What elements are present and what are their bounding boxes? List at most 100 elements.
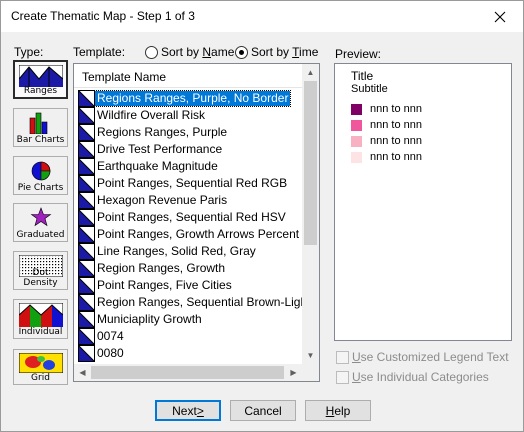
horizontal-scroll-thumb[interactable]: [91, 366, 284, 379]
template-list-item[interactable]: 0074: [74, 328, 304, 345]
type-individual-button[interactable]: Individual: [13, 299, 68, 339]
template-list-item[interactable]: Region Ranges, Sequential Brown-Light Ye…: [74, 294, 304, 311]
scroll-down-icon[interactable]: ▼: [302, 347, 319, 364]
region-ranges-template-icon: [78, 192, 95, 209]
close-icon: [494, 11, 506, 22]
template-list-item[interactable]: Point Ranges, Growth Arrows Percent: [74, 226, 304, 243]
individual-categories-label: Use Individual Categories: [352, 370, 489, 384]
template-list-item[interactable]: Point Ranges, Sequential Red HSV: [74, 209, 304, 226]
type-label-dot-density: Dot Density: [23, 268, 58, 288]
region-ranges-template-icon: [78, 311, 95, 328]
region-ranges-template-icon: [78, 209, 95, 226]
template-list-item[interactable]: 0080: [74, 345, 304, 362]
checkbox-box: [336, 370, 349, 384]
template-item-label: Regions Ranges, Purple: [97, 125, 228, 139]
checkbox-box: [336, 350, 349, 364]
template-label: Template:: [73, 45, 126, 59]
template-item-label: Region Ranges, Sequential Brown-Light Ye…: [97, 295, 304, 309]
help-button[interactable]: Help: [305, 400, 371, 421]
template-list-item[interactable]: Region Ranges, Growth: [74, 260, 304, 277]
use-customized-legend-text-checkbox[interactable]: Use Customized Legend Text: [336, 350, 509, 364]
template-list-item[interactable]: Regions Ranges, Purple: [74, 124, 304, 141]
sort-by-time-radio[interactable]: Sort by Time: [235, 45, 318, 59]
legend-label: nnn to nnn: [370, 119, 422, 131]
template-list-item[interactable]: Point Ranges, Five Cities: [74, 277, 304, 294]
region-ranges-template-icon: [78, 107, 95, 124]
horizontal-scrollbar[interactable]: ◀ ▶: [74, 364, 319, 381]
template-list-item[interactable]: Drive Test Performance: [74, 141, 304, 158]
template-item-label: Wildfire Overall Risk: [97, 108, 206, 122]
preview-title: Title: [351, 69, 374, 83]
legend-row: nnn to nnn: [351, 135, 422, 147]
legend-swatch: [351, 135, 362, 147]
next-button[interactable]: Next >: [155, 400, 221, 421]
template-item-label: 0074: [97, 329, 124, 343]
legend-label: nnn to nnn: [370, 151, 422, 163]
template-item-label: Municiaplity Growth: [97, 312, 202, 326]
type-label: Type:: [14, 45, 44, 59]
type-pie-charts-button[interactable]: Pie Charts: [13, 156, 68, 195]
dialog-title: Create Thematic Map - Step 1 of 3: [11, 9, 195, 23]
template-item-label: Point Ranges, Five Cities: [97, 278, 232, 292]
type-label-bar-charts: Bar Charts: [16, 135, 65, 145]
help-key: H: [325, 403, 335, 418]
individual-icon: [18, 303, 63, 327]
scroll-right-icon[interactable]: ▶: [285, 364, 302, 381]
template-list[interactable]: Template Name Regions Ranges, Purple, No…: [73, 63, 320, 382]
region-ranges-template-icon: [78, 328, 95, 345]
sort-by-name-radio[interactable]: Sort by Name: [145, 45, 234, 59]
type-ranges-button[interactable]: Ranges: [13, 60, 68, 99]
region-ranges-template-icon: [78, 260, 95, 277]
type-label-ranges: Ranges: [23, 86, 58, 96]
preview-subtitle: Subtitle: [351, 83, 388, 95]
region-ranges-template-icon: [78, 90, 95, 107]
template-list-item[interactable]: Wildfire Overall Risk: [74, 107, 304, 124]
vertical-scroll-thumb[interactable]: [304, 81, 317, 245]
region-ranges-template-icon: [78, 345, 95, 362]
region-ranges-template-icon: [78, 124, 95, 141]
vertical-scrollbar[interactable]: ▲ ▼: [302, 64, 319, 364]
preview-panel: Title Subtitle nnn to nnn nnn to nnn nnn…: [334, 63, 512, 341]
type-grid-button[interactable]: Grid: [13, 349, 68, 385]
graduated-star-icon: [30, 207, 51, 227]
sort-by-time-label: Sort by Time: [251, 45, 319, 59]
template-item-label: Point Ranges, Sequential Red RGB: [97, 176, 288, 190]
template-list-item[interactable]: Earthquake Magnitude: [74, 158, 304, 175]
legend-label: nnn to nnn: [370, 135, 422, 147]
type-graduated-button[interactable]: Graduated: [13, 203, 68, 242]
region-ranges-template-icon: [78, 158, 95, 175]
close-button[interactable]: [477, 1, 523, 32]
region-ranges-template-icon: [78, 141, 95, 158]
next-label: Next: [172, 403, 197, 418]
scroll-left-icon[interactable]: ◀: [74, 364, 91, 381]
region-ranges-template-icon: [78, 175, 95, 192]
template-item-label: Line Ranges, Solid Red, Gray: [97, 244, 256, 258]
type-label-graduated: Graduated: [16, 230, 65, 240]
radio-circle: [145, 45, 158, 59]
customized-legend-label: Use Customized Legend Text: [352, 350, 509, 364]
help-label: elp: [334, 403, 351, 418]
template-list-item[interactable]: Municiaplity Growth: [74, 311, 304, 328]
template-list-item[interactable]: Point Ranges, Sequential Red RGB: [74, 175, 304, 192]
title-bar: Create Thematic Map - Step 1 of 3: [1, 1, 523, 32]
preview-label: Preview:: [335, 47, 382, 61]
bar-chart-icon: [29, 112, 47, 134]
template-list-item[interactable]: Regions Ranges, Purple, No Border: [74, 90, 304, 107]
type-bar-charts-button[interactable]: Bar Charts: [13, 108, 68, 147]
region-ranges-template-icon: [78, 243, 95, 260]
scroll-up-icon[interactable]: ▲: [302, 64, 319, 81]
template-list-item[interactable]: Hexagon Revenue Paris: [74, 192, 304, 209]
grid-icon: [18, 353, 63, 373]
legend-swatch: [351, 103, 362, 115]
template-item-label: 0080: [97, 346, 124, 360]
type-dot-density-button[interactable]: Dot Density: [13, 251, 68, 290]
template-item-label: Drive Test Performance: [97, 142, 223, 156]
cancel-button[interactable]: Cancel: [230, 400, 296, 421]
template-name-header-label: Template Name: [82, 70, 167, 84]
use-individual-categories-checkbox[interactable]: Use Individual Categories: [336, 370, 489, 384]
ranges-icon: [18, 65, 63, 87]
next-key: >: [196, 403, 204, 418]
template-name-column-header[interactable]: Template Name: [74, 64, 319, 88]
template-item-label: Regions Ranges, Purple, No Border: [93, 90, 292, 107]
template-list-item[interactable]: Line Ranges, Solid Red, Gray: [74, 243, 304, 260]
